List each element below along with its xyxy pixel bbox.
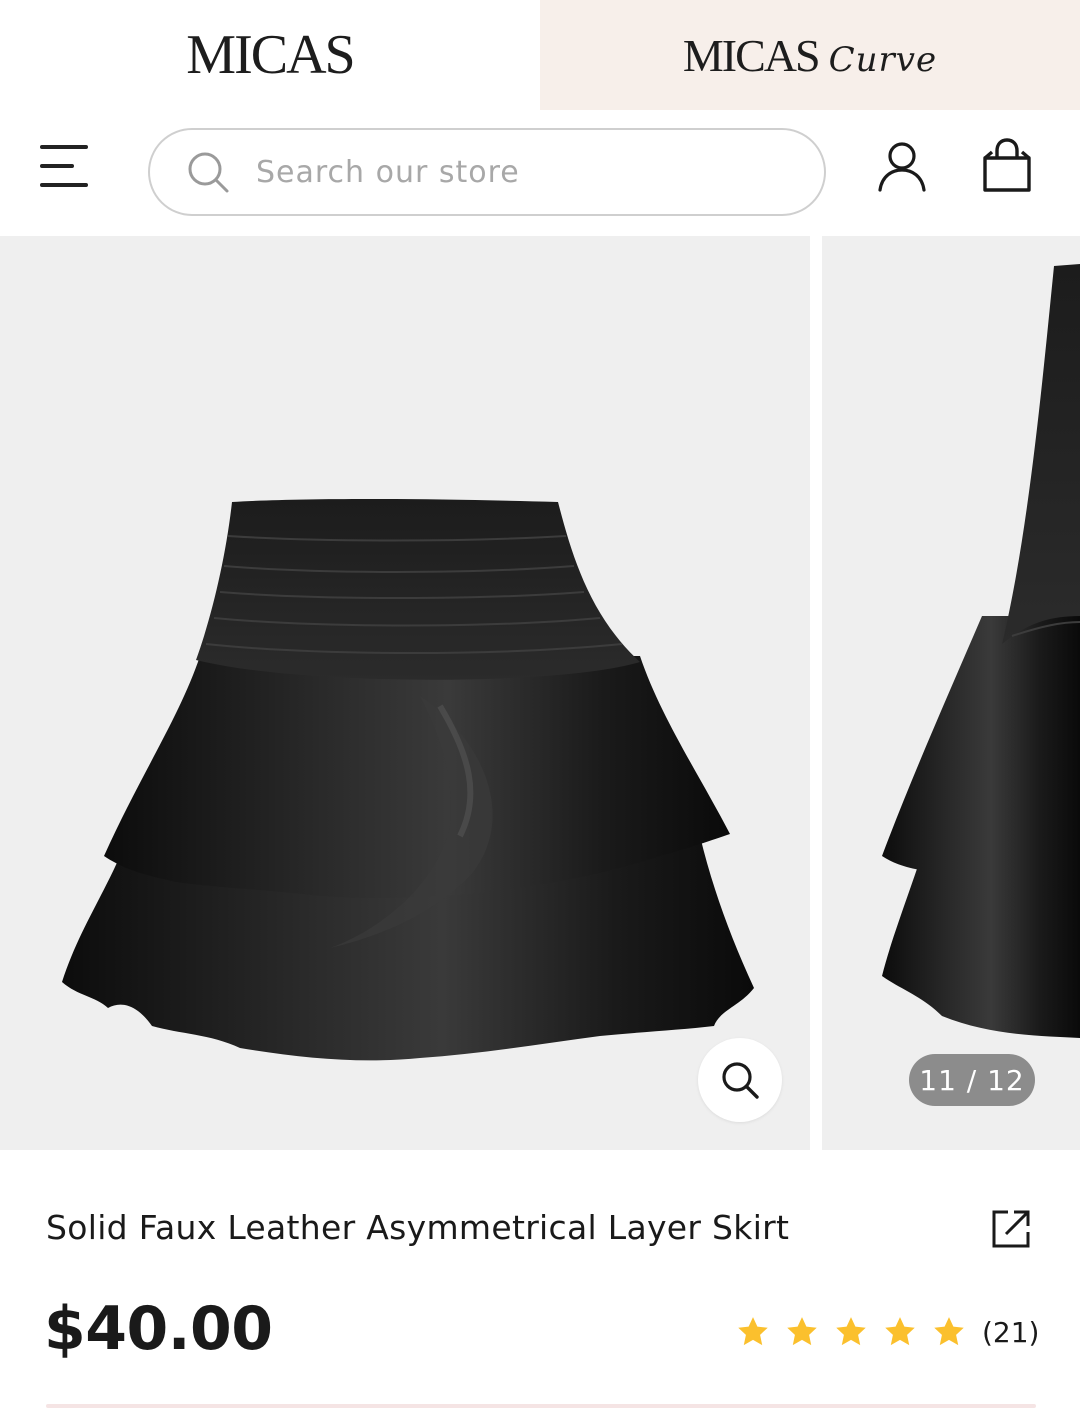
search-input[interactable] (256, 154, 776, 190)
cart-button[interactable] (980, 138, 1034, 194)
menu-button[interactable] (40, 143, 92, 189)
star-icon (934, 1317, 964, 1346)
product-title: Solid Faux Leather Asymmetrical Layer Sk… (46, 1208, 790, 1247)
hamburger-menu-icon (40, 183, 88, 187)
star-icon (836, 1317, 866, 1346)
site-header (0, 110, 1080, 236)
brand-tab-micas-curve[interactable]: MICAS Curve (540, 0, 1080, 110)
product-image-next[interactable] (822, 236, 1080, 1150)
micas-curve-logo: MICAS Curve (683, 29, 937, 82)
add-to-cart-bar-edge (46, 1404, 1036, 1408)
hamburger-menu-icon (40, 145, 88, 149)
product-image-gallery[interactable]: 11 / 12 (0, 236, 1080, 1150)
hamburger-menu-icon (40, 164, 74, 168)
shopping-bag-icon (983, 138, 1031, 192)
review-count[interactable]: (21) (982, 1316, 1039, 1349)
star-icon (738, 1317, 768, 1346)
star-icon (787, 1317, 817, 1346)
external-share-icon (992, 1210, 1030, 1248)
magnifier-icon (722, 1062, 759, 1099)
image-counter: 11 / 12 (909, 1054, 1035, 1106)
product-price: $40.00 (44, 1294, 273, 1364)
user-icon (878, 142, 926, 192)
micas-curve-logo-script: Curve (828, 39, 938, 80)
skirt-image (62, 499, 754, 1061)
search-bar[interactable] (148, 128, 826, 216)
micas-curve-logo-main: MICAS (682, 29, 821, 81)
brand-tab-micas[interactable]: MICAS (0, 0, 540, 110)
account-button[interactable] (876, 140, 928, 192)
share-button[interactable] (990, 1208, 1032, 1250)
product-image-main[interactable] (0, 236, 810, 1150)
star-icon (885, 1317, 915, 1346)
zoom-button[interactable] (698, 1038, 782, 1122)
search-icon (188, 152, 229, 193)
micas-logo: MICAS (186, 24, 355, 86)
brand-tabs: MICAS MICAS Curve (0, 0, 1080, 110)
product-rating[interactable]: (21) (736, 1312, 1039, 1352)
skirt-image (882, 264, 1080, 1038)
